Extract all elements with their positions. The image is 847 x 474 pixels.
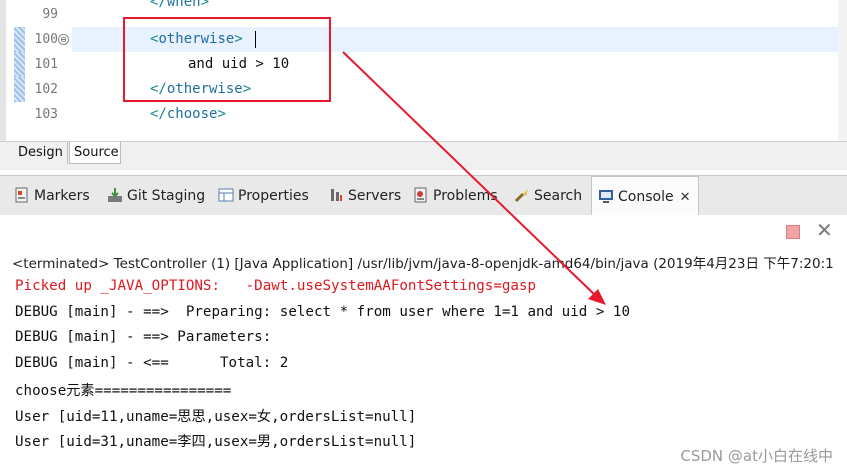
annotation-arrow bbox=[342, 51, 606, 305]
